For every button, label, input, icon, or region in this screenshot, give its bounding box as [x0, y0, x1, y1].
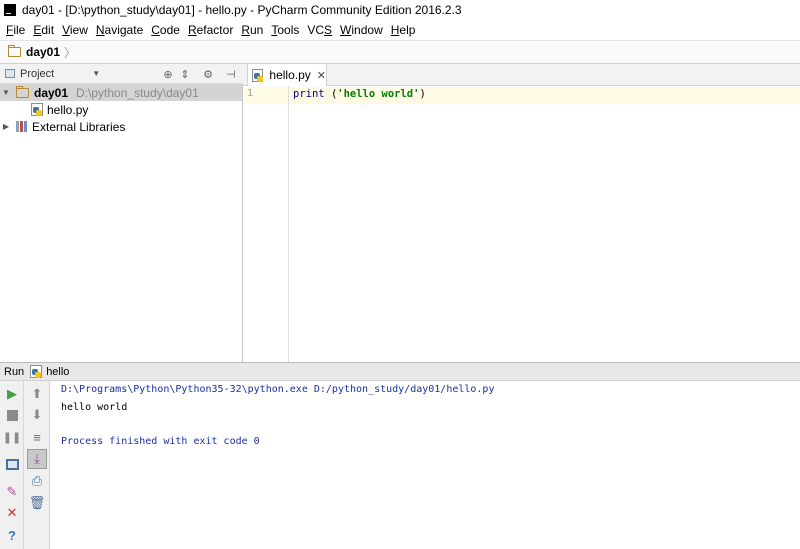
root-path: D:\python_study\day01: [76, 85, 199, 100]
hide-panel-icon[interactable]: ⊣: [224, 67, 238, 81]
line-gutter: [243, 86, 289, 362]
pause-icon[interactable]: ❚❚: [3, 429, 21, 445]
menu-edit[interactable]: Edit: [29, 23, 58, 37]
menu-file[interactable]: File: [2, 23, 29, 37]
trash-icon[interactable]: 🗑: [29, 495, 46, 511]
root-name: day01: [34, 85, 69, 100]
window-title: day01 - [D:\python_study\day01] - hello.…: [22, 3, 462, 17]
rerun-icon[interactable]: ▶: [4, 386, 20, 402]
close-icon[interactable]: ✕: [4, 505, 20, 521]
console-output: hello world: [61, 402, 128, 413]
locate-icon[interactable]: ⊕: [161, 67, 175, 81]
expand-arrow-icon[interactable]: ▼: [0, 88, 12, 97]
run-toolbar-secondary: ⬆ ⬇ ≡ ⤓ ⎙ 🗑: [24, 381, 50, 549]
tab-hello-py[interactable]: hello.py ✕: [247, 64, 327, 86]
soft-wrap-icon[interactable]: ≡: [29, 429, 45, 445]
run-config-name: hello: [46, 365, 70, 378]
tree-item-day01[interactable]: ▼ day01 D:\python_study\day01: [0, 84, 242, 101]
pin-icon[interactable]: ✎: [4, 484, 20, 500]
stop-icon[interactable]: [4, 407, 20, 423]
help-icon[interactable]: ?: [4, 527, 20, 543]
print-icon[interactable]: ⎙: [29, 473, 45, 489]
down-arrow-icon[interactable]: ⬇: [29, 407, 45, 423]
python-run-icon: [30, 365, 43, 378]
gear-icon[interactable]: ⚙: [201, 67, 215, 81]
scroll-to-end-icon[interactable]: ⤓: [27, 449, 47, 469]
run-panel-header: Run hello: [0, 362, 800, 381]
run-tab-label[interactable]: Run: [4, 366, 24, 378]
menu-tools[interactable]: Tools: [267, 23, 303, 37]
menu-refactor[interactable]: Refactor: [184, 23, 237, 37]
menu-window[interactable]: Window: [336, 23, 387, 37]
chevron-right-icon: 〉: [64, 45, 77, 60]
tree-item-external-libraries[interactable]: ▶ External Libraries: [0, 118, 125, 135]
project-toolbar: Project ▼ ⊕ ⇕ ⚙ ⊣: [0, 64, 243, 84]
dropdown-arrow-icon[interactable]: ▼: [92, 69, 100, 78]
tab-label: hello.py: [269, 68, 311, 82]
code-line-1[interactable]: print ('hello world'): [293, 88, 426, 100]
python-file-icon: [252, 68, 264, 82]
menu-navigate[interactable]: Navigate: [92, 23, 147, 37]
navigation-bar: day01 〉: [0, 40, 800, 64]
file-name: hello.py: [47, 102, 89, 117]
restore-layout-icon[interactable]: [4, 456, 20, 472]
close-tab-icon[interactable]: ✕: [317, 69, 326, 82]
menu-run[interactable]: Run: [237, 23, 267, 37]
external-libraries-label: External Libraries: [32, 119, 126, 134]
project-tree: ▼ day01 D:\python_study\day01 hello.py ▶…: [0, 84, 243, 362]
menu-code[interactable]: Code: [147, 23, 184, 37]
breadcrumb-day01[interactable]: day01: [26, 45, 60, 59]
code-editor[interactable]: 1 print ('hello world'): [243, 86, 800, 362]
console-command: D:\Programs\Python\Python35-32\python.ex…: [61, 384, 495, 395]
menu-vcs[interactable]: VCS: [303, 23, 336, 37]
collapse-arrow-icon[interactable]: ▶: [0, 122, 12, 131]
pycharm-icon: [4, 4, 16, 16]
line-number: 1: [247, 88, 254, 99]
library-icon: [16, 121, 27, 132]
run-console[interactable]: D:\Programs\Python\Python35-32\python.ex…: [50, 381, 800, 549]
menu-help[interactable]: Help: [387, 23, 420, 37]
editor-tab-bar: hello.py ✕: [243, 64, 800, 86]
python-file-icon: [31, 103, 43, 116]
run-toolbar-primary: ▶ ❚❚ ✎ ✕ ?: [0, 381, 24, 549]
console-exit-message: Process finished with exit code 0: [61, 436, 260, 447]
folder-icon: [7, 45, 21, 57]
menu-view[interactable]: View: [58, 23, 92, 37]
folder-icon: [15, 85, 29, 98]
tree-item-hello-py[interactable]: hello.py: [31, 101, 88, 118]
up-arrow-icon[interactable]: ⬆: [29, 386, 45, 402]
collapse-all-icon[interactable]: ⇕: [178, 67, 192, 81]
project-view-selector[interactable]: Project: [20, 68, 54, 80]
title-bar: day01 - [D:\python_study\day01] - hello.…: [0, 0, 800, 20]
project-view-icon: [5, 69, 15, 78]
menu-bar: File Edit View Navigate Code Refactor Ru…: [0, 20, 800, 40]
